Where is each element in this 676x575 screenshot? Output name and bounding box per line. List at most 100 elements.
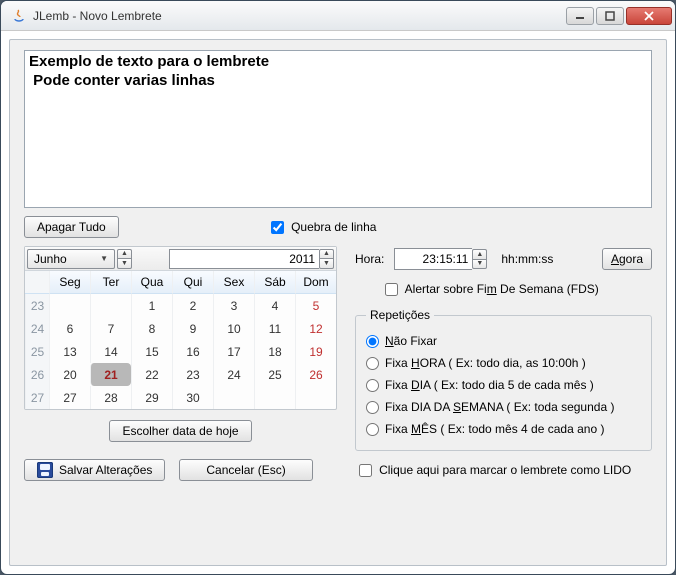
calendar-day[interactable]: 13 bbox=[49, 340, 90, 363]
calendar-day[interactable]: 23 bbox=[172, 363, 213, 386]
calendar-day bbox=[49, 294, 90, 317]
calendar-day[interactable]: 26 bbox=[295, 363, 336, 386]
repetition-radio[interactable] bbox=[366, 423, 379, 436]
clear-button-label: Apagar Tudo bbox=[37, 220, 106, 234]
week-number: 24 bbox=[25, 317, 49, 340]
editor-toolbar: Apagar Tudo Quebra de linha bbox=[24, 216, 652, 238]
calendar-day[interactable]: 17 bbox=[213, 340, 254, 363]
calendar-day[interactable]: 28 bbox=[90, 386, 131, 409]
calendar-day[interactable]: 20 bbox=[49, 363, 90, 386]
year-spinner-buttons[interactable]: ▲▼ bbox=[319, 249, 334, 269]
calendar-day[interactable]: 6 bbox=[49, 317, 90, 340]
time-spinner[interactable]: ▲▼ bbox=[472, 249, 487, 269]
calendar-day bbox=[213, 386, 254, 409]
month-combo[interactable]: Junho ▼ bbox=[27, 249, 115, 269]
clear-button[interactable]: Apagar Tudo bbox=[24, 216, 119, 238]
maximize-button[interactable] bbox=[596, 7, 624, 25]
time-row: Hora: ▲▼ hh:mm:ss Agora bbox=[355, 248, 652, 270]
close-button[interactable] bbox=[626, 7, 672, 25]
calendar-day[interactable]: 2 bbox=[172, 294, 213, 317]
mark-read-checkbox[interactable]: Clique aqui para marcar o lembrete como … bbox=[359, 463, 631, 477]
calendar-header: Junho ▼ ▲▼ ▲▼ bbox=[25, 247, 336, 271]
window-title: JLemb - Novo Lembrete bbox=[33, 9, 565, 23]
weekend-alert-label: Alertar sobre Fim De Semana (FDS) bbox=[405, 282, 599, 296]
calendar-day[interactable]: 24 bbox=[213, 363, 254, 386]
year-spinner[interactable]: ▲▼ bbox=[169, 249, 334, 269]
titlebar: JLemb - Novo Lembrete bbox=[1, 1, 675, 31]
weekend-alert-checkbox[interactable]: Alertar sobre Fim De Semana (FDS) bbox=[385, 282, 599, 296]
repetition-label: Fixa MÊS ( Ex: todo mês 4 de cada ano ) bbox=[385, 422, 604, 436]
weekend-alert-input[interactable] bbox=[385, 283, 398, 296]
reminder-textarea[interactable]: Exemplo de texto para o lembrete Pode co… bbox=[24, 50, 652, 208]
save-button[interactable]: Salvar Alterações bbox=[24, 459, 165, 481]
calendar-column: Junho ▼ ▲▼ ▲▼ SegTerQuaQuiSexSábDom23123… bbox=[24, 246, 337, 442]
wrap-checkbox-label: Quebra de linha bbox=[291, 220, 376, 234]
calendar-day[interactable]: 16 bbox=[172, 340, 213, 363]
calendar-day[interactable]: 18 bbox=[254, 340, 295, 363]
calendar-day[interactable]: 15 bbox=[131, 340, 172, 363]
repetition-option[interactable]: Não Fixar bbox=[366, 330, 641, 352]
calendar-day bbox=[254, 386, 295, 409]
calendar-day[interactable]: 11 bbox=[254, 317, 295, 340]
calendar-day[interactable]: 14 bbox=[90, 340, 131, 363]
calendar-day[interactable]: 29 bbox=[131, 386, 172, 409]
client-area: Exemplo de texto para o lembrete Pode co… bbox=[9, 39, 667, 566]
calendar-day[interactable]: 21 bbox=[90, 363, 131, 386]
calendar-day[interactable]: 4 bbox=[254, 294, 295, 317]
repetition-radio[interactable] bbox=[366, 379, 379, 392]
dow-header: Qui bbox=[172, 271, 213, 294]
save-button-label: Salvar Alterações bbox=[59, 463, 152, 477]
week-number: 25 bbox=[25, 340, 49, 363]
calendar-day[interactable]: 8 bbox=[131, 317, 172, 340]
wrap-checkbox-input[interactable] bbox=[271, 221, 284, 234]
calendar-day[interactable]: 27 bbox=[49, 386, 90, 409]
calendar-day[interactable]: 1 bbox=[131, 294, 172, 317]
calendar-day[interactable]: 12 bbox=[295, 317, 336, 340]
window: JLemb - Novo Lembrete Exemplo de texto p… bbox=[0, 0, 676, 575]
repetition-option[interactable]: Fixa MÊS ( Ex: todo mês 4 de cada ano ) bbox=[366, 418, 641, 440]
mark-read-input[interactable] bbox=[359, 464, 372, 477]
month-combo-value: Junho bbox=[34, 252, 100, 266]
repetition-label: Fixa DIA ( Ex: todo dia 5 de cada mês ) bbox=[385, 378, 594, 392]
repetition-option[interactable]: Fixa HORA ( Ex: todo dia, as 10:00h ) bbox=[366, 352, 641, 374]
right-column: Hora: ▲▼ hh:mm:ss Agora Alertar sobre Fi… bbox=[355, 246, 652, 451]
mark-read-label: Clique aqui para marcar o lembrete como … bbox=[379, 463, 631, 477]
week-number: 27 bbox=[25, 386, 49, 409]
dow-header: Seg bbox=[49, 271, 90, 294]
repetition-option[interactable]: Fixa DIA ( Ex: todo dia 5 de cada mês ) bbox=[366, 374, 641, 396]
dow-header: Qua bbox=[131, 271, 172, 294]
calendar-day[interactable]: 25 bbox=[254, 363, 295, 386]
calendar-day[interactable]: 9 bbox=[172, 317, 213, 340]
time-input[interactable] bbox=[394, 248, 472, 270]
repetition-option[interactable]: Fixa DIA DA SEMANA ( Ex: toda segunda ) bbox=[366, 396, 641, 418]
repetition-radio[interactable] bbox=[366, 335, 379, 348]
cancel-button[interactable]: Cancelar (Esc) bbox=[179, 459, 312, 481]
calendar-day[interactable]: 19 bbox=[295, 340, 336, 363]
now-button[interactable]: Agora bbox=[602, 248, 652, 270]
dow-header: Sáb bbox=[254, 271, 295, 294]
calendar-day bbox=[90, 294, 131, 317]
calendar-day[interactable]: 7 bbox=[90, 317, 131, 340]
calendar-day[interactable]: 30 bbox=[172, 386, 213, 409]
repetition-label: Fixa HORA ( Ex: todo dia, as 10:00h ) bbox=[385, 356, 586, 370]
chevron-down-icon: ▼ bbox=[100, 254, 108, 263]
calendar-grid: SegTerQuaQuiSexSábDom2312345246789101112… bbox=[25, 271, 336, 409]
year-input[interactable] bbox=[169, 249, 319, 269]
calendar-day[interactable]: 5 bbox=[295, 294, 336, 317]
today-button[interactable]: Escolher data de hoje bbox=[109, 420, 251, 442]
month-spinner[interactable]: ▲▼ bbox=[117, 249, 132, 269]
calendar-day[interactable]: 3 bbox=[213, 294, 254, 317]
footer: Salvar Alterações Cancelar (Esc) Clique … bbox=[24, 459, 652, 481]
calendar-day[interactable]: 22 bbox=[131, 363, 172, 386]
dow-header: Dom bbox=[295, 271, 336, 294]
calendar-day[interactable]: 10 bbox=[213, 317, 254, 340]
repetition-radio[interactable] bbox=[366, 357, 379, 370]
dow-header: Sex bbox=[213, 271, 254, 294]
time-label: Hora: bbox=[355, 252, 384, 266]
dow-header: Ter bbox=[90, 271, 131, 294]
today-button-label: Escolher data de hoje bbox=[122, 424, 238, 438]
minimize-button[interactable] bbox=[566, 7, 594, 25]
week-number: 26 bbox=[25, 363, 49, 386]
repetition-radio[interactable] bbox=[366, 401, 379, 414]
wrap-checkbox[interactable]: Quebra de linha bbox=[271, 220, 377, 234]
